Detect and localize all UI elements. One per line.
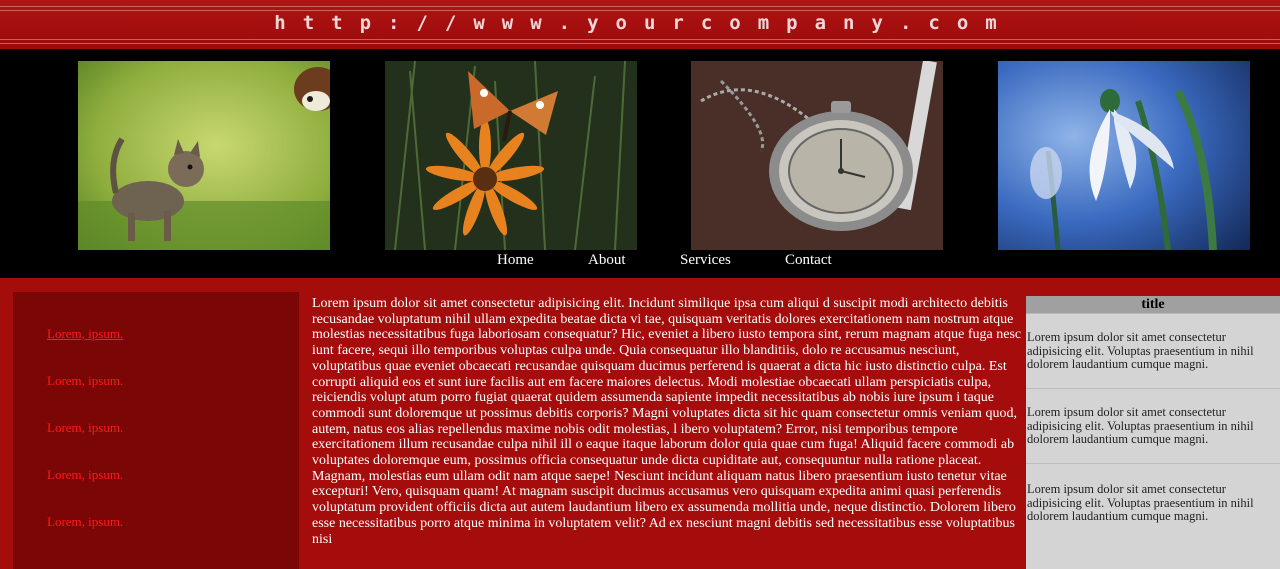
sidebar-link-1[interactable]: Lorem, ipsum. (47, 326, 123, 342)
banner-stripe (0, 43, 1280, 44)
image-gallery: Home About Services Contact (0, 49, 1280, 278)
banner-stripe (0, 6, 1280, 7)
sidebar: Lorem, ipsum. Lorem, ipsum. Lorem, ipsum… (13, 292, 299, 569)
main-nav: Home About Services Contact (0, 252, 1280, 274)
main-body-text: Lorem ipsum dolor sit amet consectetur a… (312, 296, 1022, 547)
sidebar-link-4[interactable]: Lorem, ipsum. (47, 467, 123, 483)
banner-stripe (0, 39, 1280, 40)
butterfly-on-flower-photo (385, 61, 637, 250)
pocket-watch-photo (691, 61, 943, 250)
aside-panel: title Lorem ipsum dolor sit amet consect… (1026, 296, 1280, 569)
nav-contact-link[interactable]: Contact (785, 252, 832, 269)
nav-home-link[interactable]: Home (497, 252, 534, 269)
sidebar-link-2[interactable]: Lorem, ipsum. (47, 373, 123, 389)
snowdrop-flower-photo (998, 61, 1250, 250)
kitten-and-puppy-photo (78, 61, 330, 250)
aside-item-3: Lorem ipsum dolor sit amet consectetur a… (1027, 482, 1254, 523)
aside-item-1: Lorem ipsum dolor sit amet consectetur a… (1027, 330, 1254, 371)
nav-about-link[interactable]: About (588, 252, 626, 269)
sidebar-link-3[interactable]: Lorem, ipsum. (47, 420, 123, 436)
header-banner: http://www.yourcompany.com (0, 0, 1280, 49)
aside-divider (1026, 463, 1280, 464)
main-content: Lorem ipsum dolor sit amet consectetur a… (299, 292, 1026, 569)
aside-item-2: Lorem ipsum dolor sit amet consectetur a… (1027, 405, 1254, 446)
site-url-logo: http://www.yourcompany.com (274, 12, 1014, 34)
nav-services-link[interactable]: Services (680, 252, 731, 269)
aside-divider (1026, 388, 1280, 389)
sidebar-link-5[interactable]: Lorem, ipsum. (47, 514, 123, 530)
aside-title: title (1026, 296, 1280, 314)
banner-stripe (0, 10, 1280, 11)
